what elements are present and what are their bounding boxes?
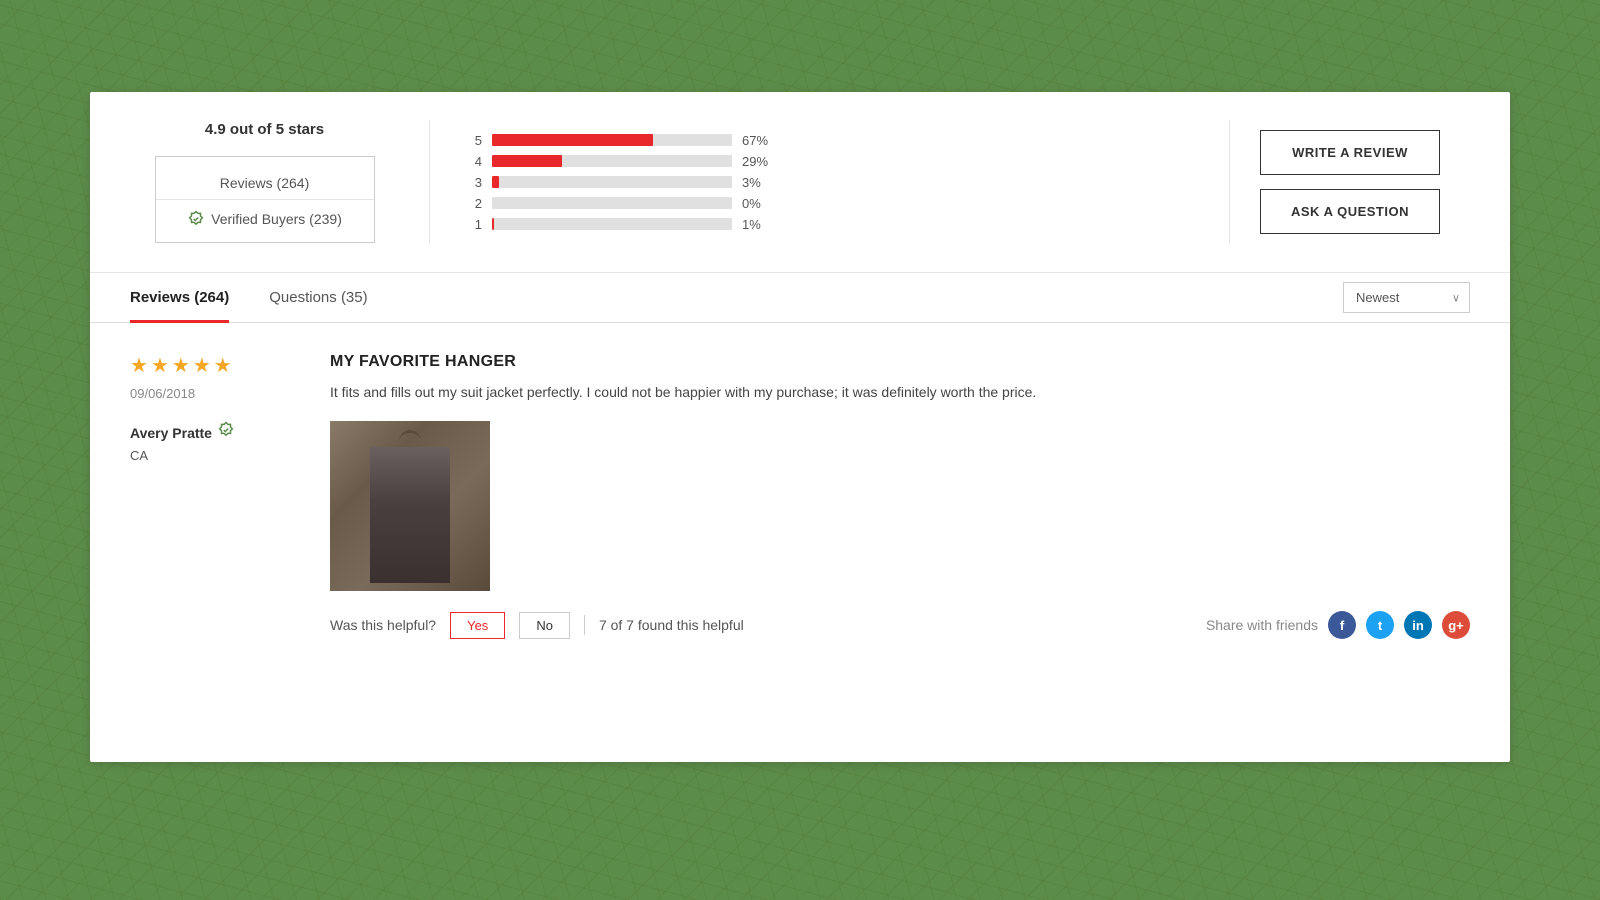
bar-track-1 <box>492 218 732 230</box>
bar-pct-3: 3% <box>742 175 777 190</box>
suit-image <box>330 421 490 591</box>
helpful-no-button[interactable]: No <box>519 612 570 639</box>
sort-section: Newest Oldest Most Helpful Highest Rated… <box>1343 282 1470 313</box>
twitter-icon[interactable]: t <box>1366 611 1394 639</box>
bar-fill-1 <box>492 218 494 230</box>
bar-pct-2: 0% <box>742 196 777 211</box>
bar-track-5 <box>492 134 732 146</box>
share-label: Share with friends <box>1206 617 1318 633</box>
verified-icon <box>187 210 205 228</box>
reviewer-info: ★ ★ ★ ★ ★ 09/06/2018 Avery Pratte <box>130 353 290 639</box>
bar-pct-4: 29% <box>742 154 777 169</box>
sort-select[interactable]: Newest Oldest Most Helpful Highest Rated… <box>1343 282 1470 313</box>
share-section: Share with friends f t in g+ <box>1206 611 1470 639</box>
helpful-yes-button[interactable]: Yes <box>450 612 505 639</box>
facebook-icon[interactable]: f <box>1328 611 1356 639</box>
reviewer-name: Avery Pratte <box>130 421 290 444</box>
review-date: 09/06/2018 <box>130 386 290 401</box>
star-4: ★ <box>193 353 211 378</box>
bar-label-5: 5 <box>470 133 482 148</box>
tab-reviews[interactable]: Reviews (264) <box>130 273 229 322</box>
summary-section: 4.9 out of 5 stars Reviews (264) Verifie… <box>90 92 1510 273</box>
bar-label-1: 1 <box>470 217 482 232</box>
bar-row-1: 1 1% <box>470 217 1189 232</box>
bar-pct-1: 1% <box>742 217 777 232</box>
bar-label-3: 3 <box>470 175 482 190</box>
ask-question-button[interactable]: ASK A QUESTION <box>1260 189 1440 234</box>
review-content: MY FAVORITE HANGER It fits and fills out… <box>330 353 1470 639</box>
star-bars: 5 67% 4 29% 3 3% 2 <box>430 120 1230 244</box>
bar-row-4: 4 29% <box>470 154 1189 169</box>
tab-questions[interactable]: Questions (35) <box>269 273 367 322</box>
review-item: ★ ★ ★ ★ ★ 09/06/2018 Avery Pratte <box>130 353 1470 639</box>
bar-label-2: 2 <box>470 196 482 211</box>
review-body: It fits and fills out my suit jacket per… <box>330 381 1470 403</box>
bar-label-4: 4 <box>470 154 482 169</box>
linkedin-icon[interactable]: in <box>1404 611 1432 639</box>
helpful-divider <box>584 615 585 635</box>
review-image <box>330 421 490 591</box>
bar-pct-5: 67% <box>742 133 777 148</box>
helpful-count: 7 of 7 found this helpful <box>599 617 744 633</box>
star-2: ★ <box>151 353 169 378</box>
bar-row-2: 2 0% <box>470 196 1189 211</box>
reviews-box: Reviews (264) Verified Buyers (239) <box>155 156 375 243</box>
bar-fill-5 <box>492 134 653 146</box>
reviews-count: Reviews (264) <box>156 167 374 200</box>
bar-fill-4 <box>492 155 562 167</box>
rating-title: 4.9 out of 5 stars <box>205 121 324 138</box>
stars-row: ★ ★ ★ ★ ★ <box>130 353 290 378</box>
actions-section: WRITE A REVIEW ASK A QUESTION <box>1230 120 1470 244</box>
bar-row-3: 3 3% <box>470 175 1189 190</box>
star-3: ★ <box>172 353 190 378</box>
bar-track-3 <box>492 176 732 188</box>
reviews-content: ★ ★ ★ ★ ★ 09/06/2018 Avery Pratte <box>90 323 1510 669</box>
write-review-button[interactable]: WRITE A REVIEW <box>1260 130 1440 175</box>
star-1: ★ <box>130 353 148 378</box>
verified-buyers-label: Verified Buyers (239) <box>211 211 342 227</box>
reviewer-location: CA <box>130 448 290 463</box>
helpful-label: Was this helpful? <box>330 617 436 633</box>
bar-fill-3 <box>492 176 499 188</box>
tabs-section: Reviews (264) Questions (35) Newest Olde… <box>90 273 1510 323</box>
review-title: MY FAVORITE HANGER <box>330 353 1470 371</box>
reviewer-verified-icon <box>217 421 235 444</box>
googleplus-icon[interactable]: g+ <box>1442 611 1470 639</box>
verified-buyers-row: Verified Buyers (239) <box>156 200 374 232</box>
bar-row-5: 5 67% <box>470 133 1189 148</box>
sort-wrapper: Newest Oldest Most Helpful Highest Rated… <box>1343 282 1470 313</box>
bar-track-4 <box>492 155 732 167</box>
helpful-row: Was this helpful? Yes No 7 of 7 found th… <box>330 611 1470 639</box>
main-card: 4.9 out of 5 stars Reviews (264) Verifie… <box>90 92 1510 762</box>
star-5: ★ <box>214 353 232 378</box>
bar-track-2 <box>492 197 732 209</box>
rating-summary: 4.9 out of 5 stars Reviews (264) Verifie… <box>130 120 430 244</box>
